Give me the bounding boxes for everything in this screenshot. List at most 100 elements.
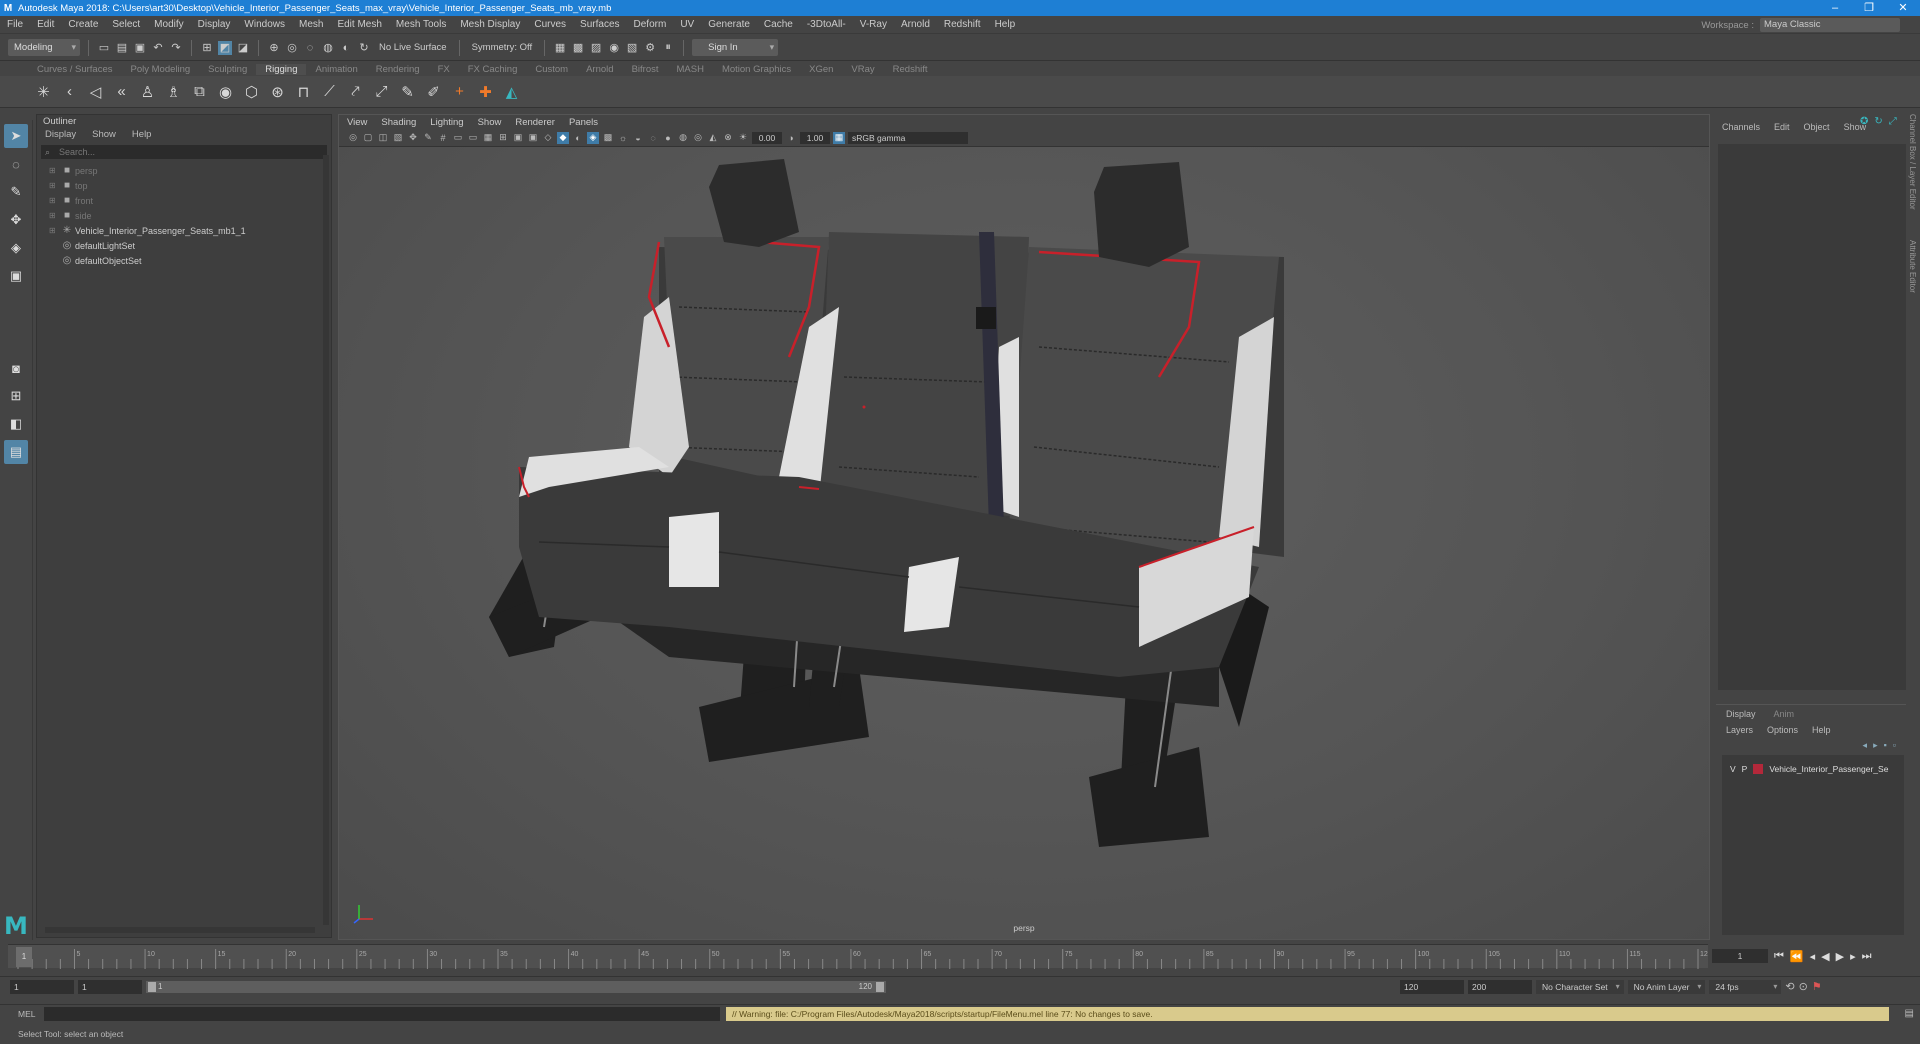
select-object-icon[interactable]: ◩ <box>218 40 232 55</box>
menu-curves[interactable]: Curves <box>527 19 573 30</box>
lock-camera-icon[interactable]: ▢ <box>362 132 374 144</box>
pin-icon[interactable]: ✪ <box>1860 116 1868 127</box>
render-sequence-icon[interactable]: ▩ <box>571 41 585 55</box>
command-input[interactable] <box>44 1006 720 1021</box>
paint-select-icon[interactable]: ✎ <box>4 180 28 204</box>
outliner-menu-help[interactable]: Help <box>132 129 152 143</box>
shelf-tab-sculpting[interactable]: Sculpting <box>199 64 256 75</box>
tab-attribute-editor[interactable]: Attribute Editor <box>1908 240 1917 293</box>
viewport-menu-shading[interactable]: Shading <box>381 117 416 128</box>
cluster-icon[interactable]: ◉ <box>216 82 235 101</box>
2d-pan-icon[interactable]: ✥ <box>407 132 419 144</box>
anim-layer-dropdown[interactable]: No Anim Layer <box>1627 979 1706 994</box>
select-component-icon[interactable]: ◪ <box>236 41 250 55</box>
shelf-tab-fx[interactable]: FX <box>429 64 459 75</box>
outliner-horizontal-scrollbar[interactable] <box>45 927 315 933</box>
shelf-tab-curves-surfaces[interactable]: Curves / Surfaces <box>28 64 122 75</box>
render-frame-icon[interactable]: ▦ <box>553 41 567 55</box>
menu-set-dropdown[interactable]: Modeling <box>8 39 80 56</box>
close-button[interactable]: ✕ <box>1886 0 1920 16</box>
fps-dropdown[interactable]: 24 fps <box>1709 979 1782 994</box>
outliner-item-seats[interactable]: ⊞ ✳ Vehicle_Interior_Passenger_Seats_mb1… <box>37 223 331 238</box>
ik-handle-icon[interactable]: ‹ <box>60 82 79 101</box>
menu-modify[interactable]: Modify <box>147 19 190 30</box>
expand-icon[interactable]: ⊞ <box>49 166 59 175</box>
ik-fk-icon[interactable]: ◭ <box>502 82 521 101</box>
snap-point-icon[interactable]: ◌ <box>303 41 317 55</box>
menu-deform[interactable]: Deform <box>627 19 674 30</box>
outliner-vertical-scrollbar[interactable] <box>323 155 329 925</box>
gate-mask-icon[interactable]: ▦ <box>482 132 494 144</box>
shelf-tab-xgen[interactable]: XGen <box>800 64 842 75</box>
select-camera-icon[interactable]: ◎ <box>347 132 359 144</box>
new-layer-empty-icon[interactable]: ▪ <box>1884 740 1887 750</box>
save-scene-icon[interactable]: ▣ <box>133 41 147 55</box>
film-gate-icon[interactable]: ▭ <box>452 132 464 144</box>
default-material-icon[interactable]: ◐ <box>572 132 584 144</box>
menu-surfaces[interactable]: Surfaces <box>573 19 626 30</box>
anti-aliasing-icon[interactable]: ◎ <box>692 132 704 144</box>
scene-start-field[interactable]: 1 <box>10 979 74 994</box>
motion-blur-icon[interactable]: ◍ <box>677 132 689 144</box>
step-back-frame-icon[interactable]: ◂ <box>1810 950 1816 963</box>
render-settings-icon[interactable]: ◉ <box>607 41 621 55</box>
ik-spline-icon[interactable]: ◁ <box>86 82 105 101</box>
grid-icon[interactable]: # <box>437 132 449 144</box>
loop-icon[interactable]: ⟲ <box>1785 980 1794 993</box>
wrap-deformer-icon[interactable]: ⊛ <box>268 82 287 101</box>
humanik-icon[interactable]: ♗ <box>164 82 183 101</box>
snap-surface-icon[interactable]: ◐ <box>339 41 353 55</box>
color-management-icon[interactable]: ▦ <box>833 131 845 144</box>
outliner-persp-icon[interactable]: ▤ <box>4 440 28 464</box>
quick-rig-icon[interactable]: ♙ <box>138 82 157 101</box>
menu-redshift[interactable]: Redshift <box>937 19 988 30</box>
menu-display[interactable]: Display <box>191 19 238 30</box>
grease-pencil-icon[interactable]: ✎ <box>422 132 434 144</box>
bookmarks-icon[interactable]: ◫ <box>377 132 389 144</box>
aim-constraint-icon[interactable]: ✎ <box>398 82 417 101</box>
workspace-dropdown[interactable]: Maya Classic <box>1760 18 1900 32</box>
symmetry-dropdown[interactable]: Symmetry: Off <box>468 42 537 53</box>
expand-icon[interactable]: ⊞ <box>49 226 59 235</box>
outliner-item-default-light-set[interactable]: ◎ defaultLightSet <box>37 238 331 253</box>
shelf-tab-rendering[interactable]: Rendering <box>367 64 429 75</box>
layer-menu-options[interactable]: Options <box>1767 725 1798 735</box>
select-tool-icon[interactable]: ➤ <box>4 124 28 148</box>
range-start-handle[interactable] <box>148 981 156 992</box>
channel-box-menu-edit[interactable]: Edit <box>1774 122 1790 136</box>
outliner-item-side[interactable]: ⊞ ■ side <box>37 208 331 223</box>
tab-channel-box-layer-editor[interactable]: Channel Box / Layer Editor <box>1908 114 1917 210</box>
menu-edit-mesh[interactable]: Edit Mesh <box>330 19 388 30</box>
current-frame-field[interactable]: 1 <box>1712 949 1768 963</box>
wireframe-on-shaded-icon[interactable]: ◈ <box>587 131 599 144</box>
layer-menu-layers[interactable]: Layers <box>1726 725 1753 735</box>
shelf-tab-arnold[interactable]: Arnold <box>577 64 622 75</box>
menu-uv[interactable]: UV <box>673 19 701 30</box>
shelf-tab-poly-modeling[interactable]: Poly Modeling <box>122 64 200 75</box>
field-chart-icon[interactable]: ⊞ <box>497 132 509 144</box>
move-layer-up-icon[interactable]: ◂ <box>1863 740 1868 751</box>
parent-constraint-icon[interactable]: ✚ <box>476 82 495 101</box>
shelf-tab-rigging[interactable]: Rigging <box>256 63 307 75</box>
viewport-menu-panels[interactable]: Panels <box>569 117 598 128</box>
isolate-select-icon[interactable]: ◭ <box>707 132 719 144</box>
lasso-tool-icon[interactable]: ◌ <box>4 152 28 176</box>
range-end-handle[interactable] <box>876 981 884 992</box>
layer-tab-anim[interactable]: Anim <box>1774 709 1795 719</box>
outliner-item-default-object-set[interactable]: ◎ defaultObjectSet <box>37 253 331 268</box>
viewport-menu-show[interactable]: Show <box>478 117 502 128</box>
resolution-gate-icon[interactable]: ▭ <box>467 132 479 144</box>
ambient-occlusion-icon[interactable]: ● <box>662 132 674 144</box>
shelf-tab-redshift[interactable]: Redshift <box>884 64 937 75</box>
play-forward-icon[interactable]: ▶ <box>1836 950 1844 963</box>
rotate-tool-icon[interactable]: ◈ <box>4 236 28 260</box>
color-space-dropdown[interactable]: sRGB gamma <box>848 131 968 144</box>
snap-grid-icon[interactable]: ⊕ <box>267 41 281 55</box>
menu-select[interactable]: Select <box>105 19 147 30</box>
safe-action-icon[interactable]: ▣ <box>512 132 524 144</box>
menu-help[interactable]: Help <box>988 19 1023 30</box>
locator-icon[interactable]: + <box>450 82 469 101</box>
viewport-canvas[interactable]: persp <box>339 147 1709 939</box>
interactive-bind-icon[interactable]: ⤤ <box>346 82 365 101</box>
minimize-button[interactable]: – <box>1818 0 1852 16</box>
